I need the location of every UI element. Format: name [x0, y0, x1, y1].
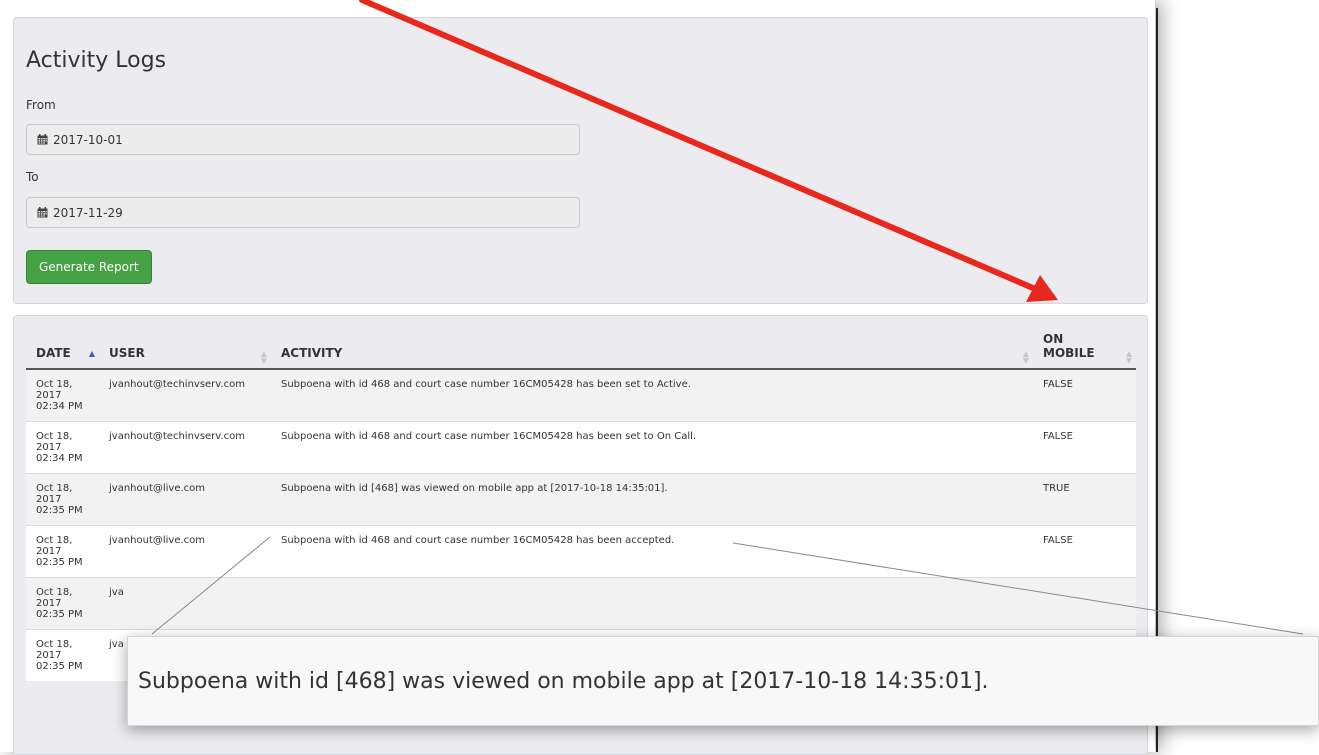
sort-arrows-icon: ▲ ▼	[260, 349, 267, 365]
column-header-date[interactable]: DATE ▲	[26, 326, 99, 370]
sort-asc-icon: ▲	[88, 349, 95, 358]
column-header-user[interactable]: USER ▲ ▼	[99, 326, 271, 370]
cell-date: Oct 18, 2017 02:35 PM	[26, 576, 99, 629]
to-label: To	[26, 170, 39, 184]
cell-user: jvanhout@live.com	[99, 524, 271, 577]
table-row[interactable]: Oct 18, 2017 02:34 PM jvanhout@techinvserv…	[26, 368, 1136, 421]
zoom-callout: Subpoena with id [468] was viewed on mob…	[127, 636, 1319, 726]
cell-activity	[271, 576, 1033, 629]
cell-date: Oct 18, 2017 02:34 PM	[26, 368, 99, 421]
cell-date: Oct 18, 2017 02:35 PM	[26, 524, 99, 577]
to-date-field[interactable]: 2017-11-29	[26, 197, 580, 228]
cell-user: jva	[99, 576, 271, 629]
generate-report-button[interactable]: Generate Report	[26, 250, 152, 284]
sort-arrows-icon: ▲ ▼	[1022, 349, 1029, 365]
cell-activity: Subpoena with id [468] was viewed on mob…	[271, 472, 1033, 525]
table-header-row: DATE ▲ USER ▲ ▼ ACTIVITY ▲ ▼ ON MOBILE ▲ ▼	[26, 326, 1136, 370]
table-row[interactable]: Oct 18, 2017 02:35 PM jvanhout@live.com Su…	[26, 472, 1136, 525]
cell-date: Oct 18, 2017 02:35 PM	[26, 472, 99, 525]
from-date-value: 2017-10-01	[53, 132, 123, 147]
column-header-activity[interactable]: ACTIVITY ▲ ▼	[271, 326, 1033, 370]
cell-mobile: FALSE	[1033, 420, 1136, 473]
to-date-value: 2017-11-29	[53, 205, 123, 220]
zoom-callout-text: Subpoena with id [468] was viewed on mob…	[138, 668, 989, 694]
cell-activity: Subpoena with id 468 and court case numb…	[271, 420, 1033, 473]
calendar-icon	[37, 134, 48, 145]
column-header-on-mobile[interactable]: ON MOBILE ▲ ▼	[1033, 326, 1136, 370]
activity-logs-table: DATE ▲ USER ▲ ▼ ACTIVITY ▲ ▼ ON MOBILE ▲ ▼	[26, 326, 1136, 681]
filter-panel: Activity Logs From 2017-10-01 To 2017-11…	[13, 17, 1148, 304]
from-label: From	[26, 98, 56, 112]
calendar-icon	[37, 207, 48, 218]
cell-user: jvanhout@live.com	[99, 472, 271, 525]
from-date-field[interactable]: 2017-10-01	[26, 124, 580, 155]
table-row[interactable]: Oct 18, 2017 02:35 PM jva	[26, 576, 1136, 629]
cell-user: jvanhout@techinvserv.com	[99, 368, 271, 421]
cell-mobile: FALSE	[1033, 524, 1136, 577]
cell-activity: Subpoena with id 468 and court case numb…	[271, 368, 1033, 421]
cell-mobile	[1033, 576, 1136, 629]
cell-date: Oct 18, 2017 02:35 PM	[26, 628, 99, 681]
sort-arrows-icon: ▲ ▼	[1125, 349, 1132, 365]
table-row[interactable]: Oct 18, 2017 02:35 PM jvanhout@live.com Su…	[26, 524, 1136, 577]
cell-mobile: FALSE	[1033, 368, 1136, 421]
cell-mobile: TRUE	[1033, 472, 1136, 525]
cell-user: jvanhout@techinvserv.com	[99, 420, 271, 473]
table-row[interactable]: Oct 18, 2017 02:34 PM jvanhout@techinvserv…	[26, 420, 1136, 473]
cell-date: Oct 18, 2017 02:34 PM	[26, 420, 99, 473]
cell-activity: Subpoena with id 468 and court case numb…	[271, 524, 1033, 577]
page-title: Activity Logs	[26, 48, 167, 73]
